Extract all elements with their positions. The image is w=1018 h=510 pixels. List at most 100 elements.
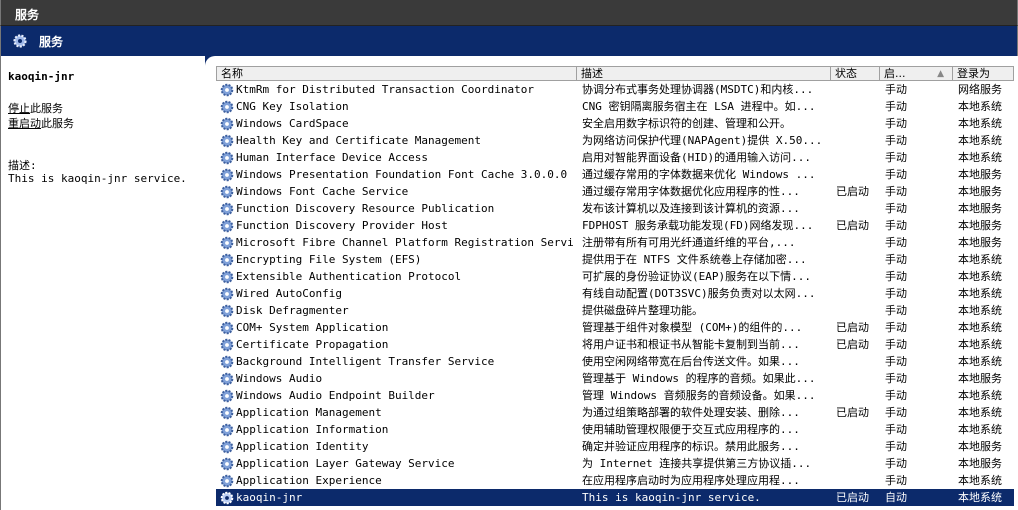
table-row[interactable]: Wired AutoConfig 有线自动配置(DOT3SVC)服务负责对以太网.… [216, 285, 1014, 302]
table-row[interactable]: Windows CardSpace 安全启用数字标识符的创建、管理和公开。 手动 本地… [216, 115, 1014, 132]
service-status: 已启动 [836, 491, 869, 504]
gear-icon [220, 440, 234, 454]
gear-icon [220, 474, 234, 488]
gear-icon [220, 236, 234, 250]
service-startup-type: 手动 [885, 389, 907, 402]
service-logon-as: 本地服务 [958, 185, 1002, 198]
startup-header-label: 启... [884, 67, 906, 80]
service-logon-as: 本地系统 [958, 423, 1002, 436]
service-logon-as: 本地服务 [958, 219, 1002, 232]
table-row[interactable]: Application Identity 确定并验证应用程序的标识。禁用此服务..… [216, 438, 1014, 455]
restart-link[interactable]: 重启动 [8, 117, 41, 130]
table-row[interactable]: Health Key and Certificate Management 为网络… [216, 132, 1014, 149]
service-status [836, 421, 882, 438]
service-status [836, 234, 882, 251]
service-logon-as: 本地服务 [958, 168, 1002, 181]
table-row[interactable]: Windows Presentation Foundation Font Cac… [216, 166, 1014, 183]
service-status [836, 166, 882, 183]
service-description: 通过缓存常用字体数据优化应用程序的性... [582, 185, 800, 198]
table-row[interactable]: Disk Defragmenter 提供磁盘碎片整理功能。 手动 本地系统 [216, 302, 1014, 319]
column-header-startup[interactable]: 启... ▲ [880, 67, 953, 80]
gear-icon [220, 134, 234, 148]
service-status [836, 455, 882, 472]
column-header-status[interactable]: 状态 [831, 67, 880, 80]
service-name: Windows Audio Endpoint Builder [236, 389, 435, 402]
service-name: Application Experience [236, 474, 382, 487]
column-header-logon[interactable]: 登录为 [953, 67, 1013, 80]
column-header-name[interactable]: 名称 [217, 67, 577, 80]
table-row[interactable]: Microsoft Fibre Channel Platform Registr… [216, 234, 1014, 251]
gear-icon [220, 491, 234, 505]
service-logon-as: 本地系统 [958, 406, 1002, 419]
services-table: 名称 描述 状态 启... ▲ 登录为 KtmRm for Distribute… [216, 66, 1014, 506]
gear-icon [220, 151, 234, 165]
service-startup-type: 手动 [885, 457, 907, 470]
service-name: Extensible Authentication Protocol [236, 270, 462, 283]
table-row[interactable]: Windows Font Cache Service 通过缓存常用字体数据优化应用… [216, 183, 1014, 200]
service-status: 已启动 [836, 185, 869, 198]
table-row[interactable]: CNG Key Isolation CNG 密钥隔离服务宿主在 LSA 进程中。如… [216, 98, 1014, 115]
table-row[interactable]: Function Discovery Provider Host FDPHOST … [216, 217, 1014, 234]
table-row[interactable]: Application Management 为通过组策略部署的软件处理安装、删除… [216, 404, 1014, 421]
service-startup-type: 手动 [885, 83, 907, 96]
service-description: 管理 Windows 音频服务的音频设备。如果... [582, 389, 816, 402]
table-row[interactable]: Function Discovery Resource Publication 发… [216, 200, 1014, 217]
table-row[interactable]: COM+ System Application 管理基于组件对象模型 (COM+)… [216, 319, 1014, 336]
header-title: 服务 [39, 35, 64, 49]
table-row[interactable]: Background Intelligent Transfer Service 使… [216, 353, 1014, 370]
service-status [836, 132, 882, 149]
gear-icon [220, 406, 234, 420]
service-name: Human Interface Device Access [236, 151, 429, 164]
service-name: Windows Presentation Foundation Font Cac… [236, 168, 568, 181]
service-description: This is kaoqin-jnr service. [582, 491, 761, 504]
service-description: 提供用于在 NTFS 文件系统卷上存储加密... [582, 253, 807, 266]
table-row[interactable]: Application Information 使用辅助管理权限便于交互式应用程序… [216, 421, 1014, 438]
gear-icon [13, 34, 27, 48]
table-row[interactable]: KtmRm for Distributed Transaction Coordi… [216, 81, 1014, 98]
service-description: 管理基于组件对象模型 (COM+)的组件的... [582, 321, 803, 334]
service-status: 已启动 [836, 219, 869, 232]
service-startup-type: 手动 [885, 219, 907, 232]
service-description: 协调分布式事务处理协调器(MSDTC)和内核... [582, 83, 814, 96]
service-logon-as: 本地系统 [958, 270, 1002, 283]
window-titlebar[interactable]: 服务 [0, 0, 1018, 26]
table-row[interactable]: Extensible Authentication Protocol 可扩展的身份… [216, 268, 1014, 285]
service-status [836, 251, 882, 268]
service-startup-type: 手动 [885, 355, 907, 368]
service-startup-type: 手动 [885, 304, 907, 317]
service-name: Windows CardSpace [236, 117, 349, 130]
gear-icon [220, 321, 234, 335]
service-name: Wired AutoConfig [236, 287, 342, 300]
gear-icon [220, 100, 234, 114]
table-row[interactable]: Human Interface Device Access 启用对智能界面设备(H… [216, 149, 1014, 166]
service-name: Disk Defragmenter [236, 304, 349, 317]
table-row[interactable]: Windows Audio 管理基于 Windows 的程序的音频。如果此... 手… [216, 370, 1014, 387]
service-description: 有线自动配置(DOT3SVC)服务负责对以太网... [582, 287, 816, 300]
table-row[interactable]: Application Experience 在应用程序启动时为应用程序处理应用程… [216, 472, 1014, 489]
service-name: Health Key and Certificate Management [236, 134, 482, 147]
table-row[interactable]: Encrypting File System (EFS) 提供用于在 NTFS 文… [216, 251, 1014, 268]
service-status [836, 387, 882, 404]
service-name: Function Discovery Resource Publication [236, 202, 495, 215]
table-row[interactable]: Certificate Propagation 将用户证书和根证书从智能卡复制到当… [216, 336, 1014, 353]
column-header-description[interactable]: 描述 [577, 67, 831, 80]
service-name: Function Discovery Provider Host [236, 219, 448, 232]
stop-link[interactable]: 停止 [8, 102, 30, 115]
table-row[interactable]: Application Layer Gateway Service 为 Inter… [216, 455, 1014, 472]
service-startup-type: 手动 [885, 151, 907, 164]
service-name: Certificate Propagation [236, 338, 389, 351]
table-row[interactable]: kaoqin-jnr This is kaoqin-jnr service. 已启动… [216, 489, 1014, 506]
service-name: Application Information [236, 423, 389, 436]
service-description: 为网络访问保护代理(NAPAgent)提供 X.50... [582, 134, 823, 147]
service-startup-type: 手动 [885, 270, 907, 283]
service-logon-as: 本地系统 [958, 151, 1002, 164]
table-header: 名称 描述 状态 启... ▲ 登录为 [216, 66, 1014, 81]
gear-icon [220, 287, 234, 301]
gear-icon [220, 253, 234, 267]
gear-icon [220, 355, 234, 369]
gear-icon [220, 83, 234, 97]
service-logon-as: 网络服务 [958, 83, 1002, 96]
table-row[interactable]: Windows Audio Endpoint Builder 管理 Windows… [216, 387, 1014, 404]
service-name: Microsoft Fibre Channel Platform Registr… [236, 236, 574, 249]
service-startup-type: 手动 [885, 134, 907, 147]
